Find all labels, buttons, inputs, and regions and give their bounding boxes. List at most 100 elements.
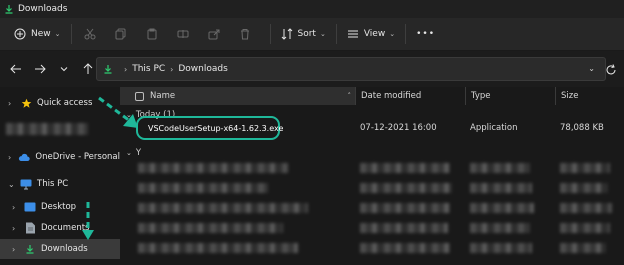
arrow-up-icon (83, 63, 93, 74)
breadcrumb-downloads[interactable]: Downloads (178, 64, 227, 74)
view-list-icon (347, 30, 358, 38)
new-button[interactable]: New ⌄ (10, 23, 65, 45)
plus-circle-icon (14, 28, 26, 40)
divider (70, 24, 72, 44)
star-icon (20, 97, 32, 109)
sidebar-item-label: Quick access (37, 98, 93, 108)
blurred-row (138, 183, 268, 193)
blurred-row (360, 243, 450, 253)
desktop-icon (24, 201, 36, 213)
download-icon (104, 65, 112, 74)
share-icon[interactable] (202, 23, 226, 45)
sidebar-item-desktop[interactable]: › Desktop (0, 197, 120, 217)
computer-icon (20, 178, 32, 190)
file-name-cell[interactable]: VSCodeUserSetup-x64-1.62.3.exe (136, 116, 284, 140)
download-icon (24, 243, 36, 255)
sidebar-item-label: Downloads (41, 244, 88, 254)
address-dropdown-icon[interactable]: ⌄ (588, 64, 595, 73)
arrow-left-icon (10, 64, 21, 74)
group-label: Y (135, 148, 142, 158)
sidebar-item-label: Desktop (41, 202, 77, 212)
file-name: VSCodeUserSetup-x64-1.62.3.exe (148, 123, 284, 133)
sidebar-item-onedrive[interactable]: › OneDrive - Personal (0, 147, 120, 167)
column-header-size-label: Size (561, 91, 579, 101)
command-bar: New ⌄ Sort ⌄ View ⌄ ••• (0, 18, 624, 51)
refresh-icon[interactable] (604, 63, 618, 77)
cut-icon[interactable] (78, 23, 102, 45)
chevron-down-icon (60, 67, 68, 72)
sidebar-item-label: OneDrive - Personal (35, 152, 120, 162)
download-icon (5, 5, 13, 14)
chevron-right-icon: › (12, 223, 16, 233)
chevron-down-icon: ⌄ (8, 179, 15, 189)
blurred-row (138, 203, 308, 213)
column-header-name[interactable]: Name ˄ (120, 87, 356, 105)
window-title: Downloads (18, 4, 68, 14)
sidebar-item-this-pc[interactable]: ⌄ This PC (0, 174, 120, 194)
blurred-item (6, 123, 88, 135)
delete-icon[interactable] (233, 23, 257, 45)
sidebar-item-documents[interactable]: › Documents (0, 218, 120, 238)
sidebar-item-quick-access[interactable]: › Quick access (0, 93, 120, 113)
blurred-row (470, 183, 532, 193)
column-header-size[interactable]: Size (556, 87, 624, 105)
chevron-down-icon: ⌄ (319, 30, 326, 38)
blurred-row (470, 243, 532, 253)
file-date: 07-12-2021 16:00 (360, 123, 437, 133)
blurred-row (470, 223, 530, 233)
chevron-down-icon: ⌄ (389, 30, 396, 38)
blurred-row (360, 223, 448, 233)
divider (405, 24, 407, 44)
paste-icon[interactable] (140, 23, 164, 45)
blurred-row (560, 223, 610, 233)
navigation-pane: › Quick access › OneDrive - Personal ⌄ T… (0, 87, 120, 265)
sort-icon (281, 28, 292, 40)
sidebar-item-label: Documents (41, 223, 90, 233)
chevron-right-icon: › (124, 64, 128, 74)
blurred-row (560, 203, 612, 213)
arrow-right-icon (35, 64, 46, 74)
copy-icon[interactable] (109, 23, 133, 45)
new-label: New (31, 29, 51, 39)
blurred-row (360, 203, 450, 213)
breadcrumb-this-pc[interactable]: This PC (132, 64, 165, 74)
back-button[interactable] (6, 59, 26, 79)
column-header-date[interactable]: Date modified (356, 87, 466, 105)
chevron-up-icon: ˄ (347, 92, 352, 100)
chevron-right-icon: › (8, 98, 12, 108)
select-all-checkbox[interactable] (135, 91, 144, 101)
view-button[interactable]: View ⌄ (343, 23, 399, 45)
column-header-type[interactable]: Type (466, 87, 556, 105)
address-bar[interactable]: › This PC › Downloads ⌄ (96, 57, 606, 81)
title-bar: Downloads (0, 0, 624, 18)
recent-locations-button[interactable] (54, 59, 74, 79)
chevron-down-icon: ⌄ (126, 111, 132, 119)
rename-icon[interactable] (171, 23, 195, 45)
chevron-down-icon: ⌄ (126, 149, 132, 157)
blurred-row (470, 163, 530, 173)
sidebar-item-label: This PC (37, 179, 69, 189)
forward-button[interactable] (30, 59, 50, 79)
more-icon: ••• (416, 29, 436, 39)
cloud-icon (18, 151, 31, 163)
blurred-row (138, 243, 298, 253)
group-header-older[interactable]: ⌄ Y (126, 148, 141, 158)
up-button[interactable] (78, 59, 98, 79)
file-type: Application (470, 123, 518, 133)
blurred-row (470, 203, 534, 213)
sort-label: Sort (297, 29, 316, 39)
blurred-row (138, 163, 288, 173)
sort-button[interactable]: Sort ⌄ (277, 23, 330, 45)
chevron-right-icon: › (12, 244, 16, 254)
blurred-row (360, 183, 452, 193)
blurred-row (560, 183, 608, 193)
chevron-right-icon: › (170, 64, 174, 74)
more-options-button[interactable]: ••• (412, 23, 439, 45)
column-header-row: Name ˄ Date modified Type Size (120, 87, 624, 105)
table-row[interactable]: VSCodeUserSetup-x64-1.62.3.exe 07-12-202… (120, 116, 624, 140)
blurred-row (560, 243, 606, 253)
sidebar-item-downloads[interactable]: › Downloads (0, 239, 120, 259)
file-size: 78,088 KB (560, 123, 604, 133)
address-row: › This PC › Downloads ⌄ (0, 51, 624, 87)
divider (269, 24, 271, 44)
